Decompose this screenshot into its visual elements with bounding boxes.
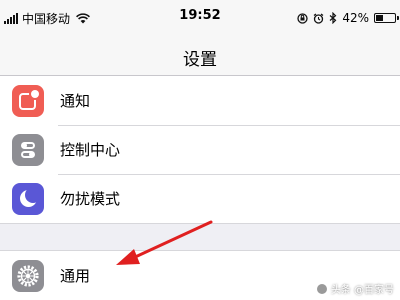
control-center-icon	[12, 134, 44, 166]
watermark: 头条 @百家号	[315, 281, 394, 296]
settings-group: 通知 控制中心 勿扰模式	[0, 76, 400, 224]
settings-row-label: 通知	[60, 92, 91, 110]
settings-row-label: 勿扰模式	[60, 190, 121, 208]
orientation-lock-icon	[297, 12, 308, 24]
status-right: 42%	[297, 8, 399, 28]
status-bar: 中国移动 19:52 42%	[0, 0, 400, 36]
watermark-logo-icon	[315, 282, 328, 295]
moon-icon	[12, 183, 44, 215]
settings-row-do-not-disturb[interactable]: 勿扰模式	[0, 174, 400, 223]
battery-percent: 42%	[342, 11, 369, 25]
settings-row-label: 控制中心	[60, 141, 121, 159]
gear-icon	[12, 260, 44, 292]
watermark-text: 头条 @百家号	[330, 285, 394, 296]
notifications-icon	[12, 85, 44, 117]
alarm-icon	[313, 12, 324, 24]
settings-row-notifications[interactable]: 通知	[0, 76, 400, 125]
settings-row-label: 通用	[60, 267, 91, 285]
navigation-bar: 设置	[0, 36, 400, 76]
page-title: 设置	[183, 50, 217, 70]
bluetooth-icon	[329, 12, 337, 24]
battery-icon	[374, 13, 399, 23]
settings-row-control-center[interactable]: 控制中心	[0, 125, 400, 174]
